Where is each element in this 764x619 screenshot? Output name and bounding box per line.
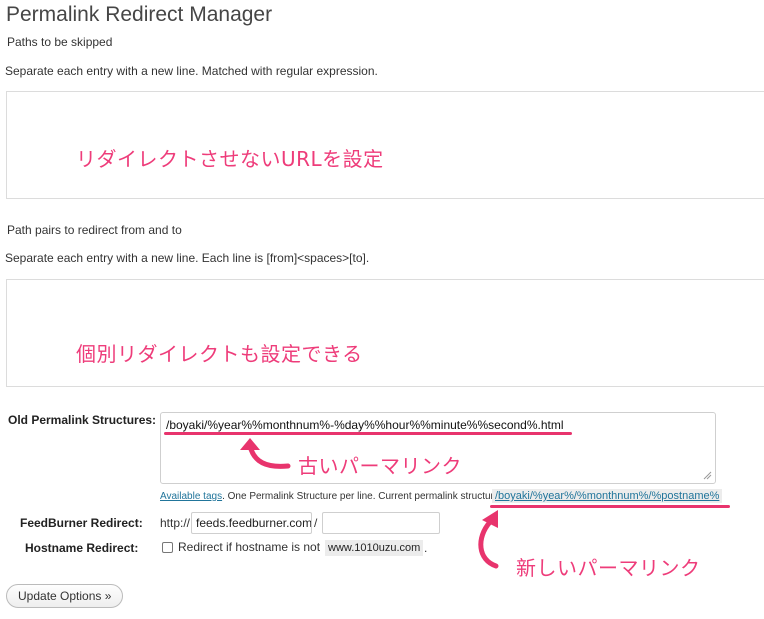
skip-paths-label: Paths to be skipped <box>7 35 113 49</box>
feedburner-host-input[interactable]: feeds.feedburner.com <box>191 512 312 534</box>
hostname-checkbox-label: Redirect if hostname is not <box>178 540 321 554</box>
resize-handle-icon[interactable] <box>702 470 712 480</box>
curved-arrow-icon <box>478 510 499 569</box>
feedburner-path-input[interactable] <box>322 512 440 534</box>
update-options-button[interactable]: Update Options » <box>6 584 124 608</box>
path-pairs-label: Path pairs to redirect from and to <box>7 223 182 237</box>
new-permalink-annotation: 新しいパーマリンク <box>516 556 701 580</box>
hostname-value-code: www.1010uzu.com <box>325 540 424 556</box>
old-permalink-label: Old Permalink Structures: <box>8 413 157 427</box>
current-structure-highlight <box>490 505 730 508</box>
page-title: Permalink Redirect Manager <box>6 3 273 26</box>
feedburner-prefix: http:// <box>160 516 191 530</box>
permalink-note: Available tags. One Permalink Structure … <box>160 491 502 502</box>
hostname-label: Hostname Redirect: <box>25 541 139 555</box>
old-permalink-annotation: 古いパーマリンク <box>298 454 462 478</box>
path-pairs-annotation: 個別リダイレクトも設定できる <box>76 342 363 366</box>
old-permalink-highlight <box>164 432 572 435</box>
path-pairs-textarea[interactable] <box>6 279 764 387</box>
permalink-note-text: . One Permalink Structure per line. Curr… <box>222 491 503 502</box>
hostname-redirect-checkbox[interactable] <box>162 542 173 553</box>
old-permalink-value: /boyaki/%year%%monthnum%-%day%%hour%%min… <box>166 418 564 432</box>
skip-paths-description: Separate each entry with a new line. Mat… <box>5 64 378 78</box>
available-tags-link[interactable]: Available tags <box>160 491 222 502</box>
skip-paths-annotation: リダイレクトさせないURLを設定 <box>76 147 384 171</box>
curved-arrow-icon <box>240 438 291 469</box>
path-pairs-description: Separate each entry with a new line. Eac… <box>5 251 370 265</box>
feedburner-separator: / <box>314 516 318 530</box>
current-structure-code: /boyaki/%year%/%monthnum%/%postname% <box>492 489 723 503</box>
feedburner-label: FeedBurner Redirect: <box>20 516 143 530</box>
hostname-suffix: . <box>424 541 428 555</box>
